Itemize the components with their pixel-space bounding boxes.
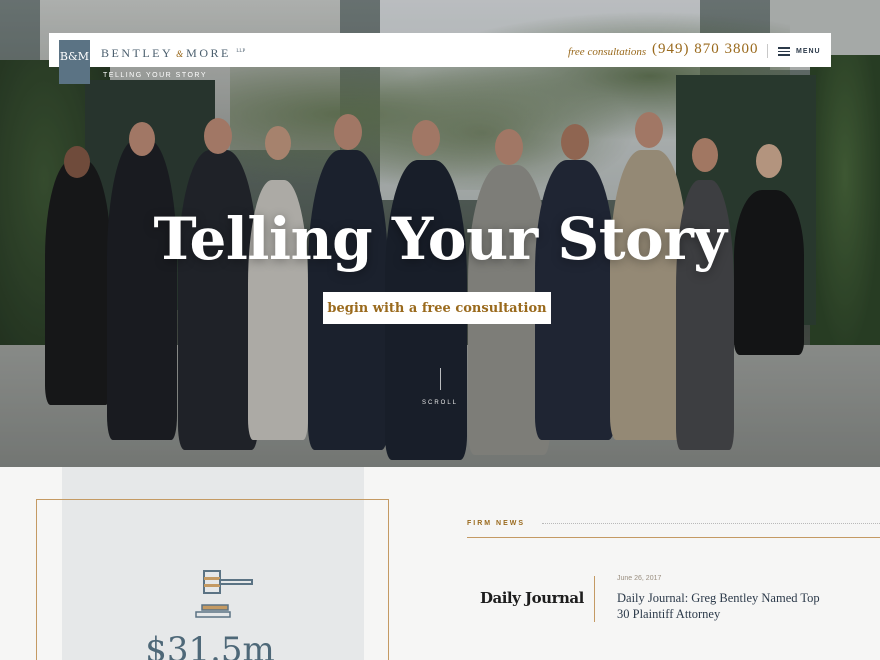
menu-button[interactable]: MENU — [778, 44, 821, 58]
brand-name[interactable]: BENTLEY & MORE LLP — [101, 46, 245, 61]
brand-ampersand: & — [176, 49, 184, 59]
header-divider — [767, 44, 768, 58]
news-rule — [467, 537, 880, 538]
stat-value: $31.5m — [145, 630, 275, 660]
news-item-link[interactable]: Daily Journal: Greg Bentley Named Top 30… — [617, 590, 827, 622]
brand-suffix: LLP — [236, 49, 246, 54]
news-dotted-rule — [542, 523, 880, 524]
news-date: June 26, 2017 — [617, 575, 662, 582]
consultation-label: free consultations — [568, 46, 647, 58]
hamburger-icon — [778, 47, 790, 56]
gavel-icon — [195, 570, 253, 618]
brand-name-first: BENTLEY — [101, 46, 174, 60]
scroll-indicator-line — [440, 368, 441, 390]
news-source-logo: Daily Journal — [480, 589, 584, 607]
menu-label: MENU — [796, 47, 821, 55]
brand-name-second: MORE — [186, 46, 231, 60]
brand-tagline: TELLING YOUR STORY — [103, 72, 208, 79]
firm-news-heading: FIRM NEWS — [467, 520, 526, 527]
hero-section: Telling Your Story begin with a free con… — [0, 0, 880, 467]
phone-number-link[interactable]: (949) 870 3800 — [652, 41, 759, 58]
scroll-label[interactable]: SCROLL — [400, 400, 480, 406]
hero-title: Telling Your Story — [153, 205, 727, 273]
news-divider — [594, 576, 595, 622]
logo-mark[interactable]: B&M — [59, 40, 90, 84]
free-consultation-button[interactable]: begin with a free consultation — [323, 292, 551, 324]
